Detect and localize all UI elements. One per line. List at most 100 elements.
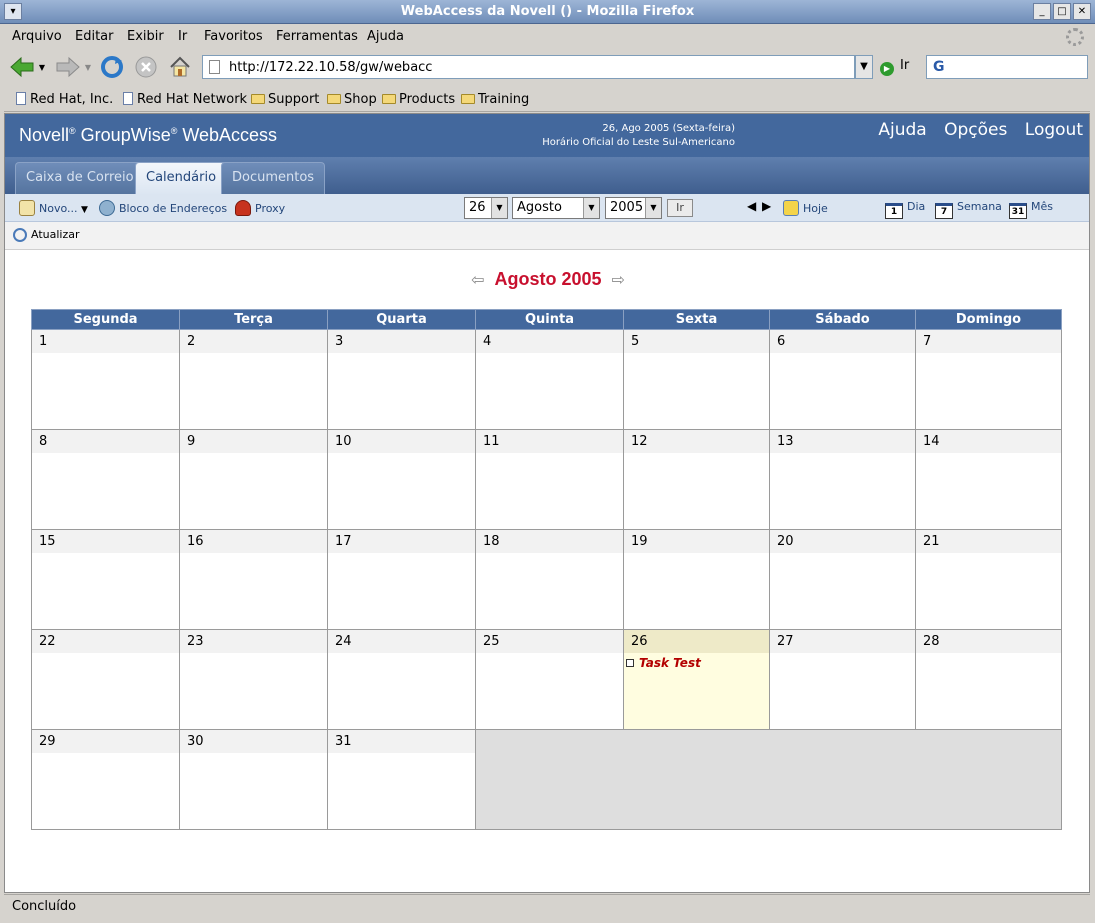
day-cell[interactable]: 30 <box>179 729 328 830</box>
day-cell[interactable]: 3 <box>327 329 476 430</box>
bookmark-training[interactable]: Training <box>461 92 529 107</box>
day-cell[interactable]: 27 <box>769 629 916 730</box>
day-number[interactable]: 14 <box>916 430 1061 453</box>
previous-period-icon[interactable]: ◀ <box>747 199 756 213</box>
day-number[interactable]: 8 <box>32 430 179 453</box>
tab-calendar[interactable]: Calendário <box>135 162 228 194</box>
task-item[interactable]: Task Test <box>624 653 769 670</box>
day-view-button[interactable]: 1 Dia <box>885 200 925 219</box>
day-number[interactable]: 7 <box>916 330 1061 353</box>
day-number[interactable]: 26 <box>624 630 769 653</box>
next-month-icon[interactable]: ⇨ <box>612 272 625 289</box>
refresh-button[interactable]: Atualizar <box>13 228 80 242</box>
menu-ir[interactable]: Ir <box>178 29 187 44</box>
day-number[interactable]: 4 <box>476 330 623 353</box>
day-number[interactable]: 22 <box>32 630 179 653</box>
day-number[interactable]: 23 <box>180 630 327 653</box>
previous-month-icon[interactable]: ⇦ <box>471 272 484 289</box>
proxy-button[interactable]: Proxy <box>235 200 285 216</box>
forward-icon[interactable] <box>54 53 82 81</box>
menu-ferramentas[interactable]: Ferramentas <box>276 29 358 44</box>
day-cell[interactable]: 29 <box>31 729 180 830</box>
day-cell[interactable]: 22 <box>31 629 180 730</box>
maximize-icon[interactable]: □ <box>1053 3 1071 20</box>
task-checkbox[interactable] <box>626 659 634 667</box>
menu-editar[interactable]: Editar <box>75 29 114 44</box>
logout-link[interactable]: Logout <box>1025 120 1083 140</box>
day-cell[interactable]: 7 <box>915 329 1062 430</box>
day-cell[interactable]: 10 <box>327 429 476 530</box>
menu-ajuda[interactable]: Ajuda <box>367 29 404 44</box>
day-cell[interactable]: 31 <box>327 729 476 830</box>
day-cell[interactable]: 21 <box>915 529 1062 630</box>
day-select[interactable]: 26 ▼ <box>464 197 508 219</box>
today-button[interactable]: Hoje <box>783 200 828 216</box>
day-number[interactable]: 10 <box>328 430 475 453</box>
day-cell[interactable]: 24 <box>327 629 476 730</box>
day-number[interactable]: 29 <box>32 730 179 753</box>
day-number[interactable]: 2 <box>180 330 327 353</box>
menu-favoritos[interactable]: Favoritos <box>204 29 263 44</box>
help-link[interactable]: Ajuda <box>878 120 926 140</box>
forward-history-chevron-icon[interactable]: ▼ <box>82 53 94 81</box>
day-number[interactable]: 1 <box>32 330 179 353</box>
home-icon[interactable] <box>166 53 194 81</box>
bookmark-red-hat-inc[interactable]: Red Hat, Inc. <box>16 92 113 107</box>
day-number[interactable]: 15 <box>32 530 179 553</box>
next-period-icon[interactable]: ▶ <box>762 199 771 213</box>
day-number[interactable]: 21 <box>916 530 1061 553</box>
day-cell[interactable]: 11 <box>475 429 624 530</box>
day-number[interactable]: 3 <box>328 330 475 353</box>
day-cell[interactable]: 28 <box>915 629 1062 730</box>
day-number[interactable]: 17 <box>328 530 475 553</box>
day-cell[interactable]: 18 <box>475 529 624 630</box>
day-number[interactable]: 28 <box>916 630 1061 653</box>
day-cell[interactable]: 6 <box>769 329 916 430</box>
stop-icon[interactable] <box>132 53 160 81</box>
day-cell[interactable]: 8 <box>31 429 180 530</box>
day-cell[interactable]: 25 <box>475 629 624 730</box>
day-number[interactable]: 31 <box>328 730 475 753</box>
day-number[interactable]: 19 <box>624 530 769 553</box>
day-number[interactable]: 11 <box>476 430 623 453</box>
url-dropdown-icon[interactable]: ▼ <box>855 55 873 79</box>
url-bar[interactable]: http://172.22.10.58/gw/webacc <box>202 55 855 79</box>
bookmark-shop[interactable]: Shop <box>327 92 377 107</box>
day-cell[interactable]: 17 <box>327 529 476 630</box>
day-number[interactable]: 27 <box>770 630 915 653</box>
day-number[interactable]: 13 <box>770 430 915 453</box>
month-select[interactable]: Agosto ▼ <box>512 197 600 219</box>
day-cell[interactable]: 12 <box>623 429 770 530</box>
minimize-icon[interactable]: _ <box>1033 3 1051 20</box>
day-cell[interactable]: 20 <box>769 529 916 630</box>
day-cell[interactable]: 2 <box>179 329 328 430</box>
year-select[interactable]: 2005 ▼ <box>605 197 662 219</box>
bookmark-products[interactable]: Products <box>382 92 455 107</box>
task-label[interactable]: Task Test <box>639 656 701 670</box>
day-cell[interactable]: 16 <box>179 529 328 630</box>
tab-documents[interactable]: Documentos <box>221 162 326 194</box>
day-number[interactable]: 16 <box>180 530 327 553</box>
month-view-button[interactable]: 31 Mês <box>1009 200 1053 219</box>
day-number[interactable]: 12 <box>624 430 769 453</box>
day-cell[interactable]: 4 <box>475 329 624 430</box>
bookmark-support[interactable]: Support <box>251 92 319 107</box>
bookmark-red-hat-network[interactable]: Red Hat Network <box>123 92 247 107</box>
day-cell[interactable]: 14 <box>915 429 1062 530</box>
menu-arquivo[interactable]: Arquivo <box>12 29 62 44</box>
search-input[interactable]: G <box>926 55 1088 79</box>
go-button[interactable]: ▶ Ir <box>880 58 909 76</box>
back-icon[interactable] <box>8 53 36 81</box>
close-icon[interactable]: ✕ <box>1073 3 1091 20</box>
new-button[interactable]: Novo... ▼ <box>19 200 88 216</box>
day-number[interactable]: 5 <box>624 330 769 353</box>
options-link[interactable]: Opções <box>944 120 1007 140</box>
day-number[interactable]: 25 <box>476 630 623 653</box>
menu-exibir[interactable]: Exibir <box>127 29 164 44</box>
day-number[interactable]: 9 <box>180 430 327 453</box>
day-number[interactable]: 24 <box>328 630 475 653</box>
tab-mailbox[interactable]: Caixa de Correio <box>15 162 145 194</box>
go-date-button[interactable]: Ir <box>667 199 693 217</box>
day-number[interactable]: 20 <box>770 530 915 553</box>
back-history-chevron-icon[interactable]: ▼ <box>36 53 48 81</box>
